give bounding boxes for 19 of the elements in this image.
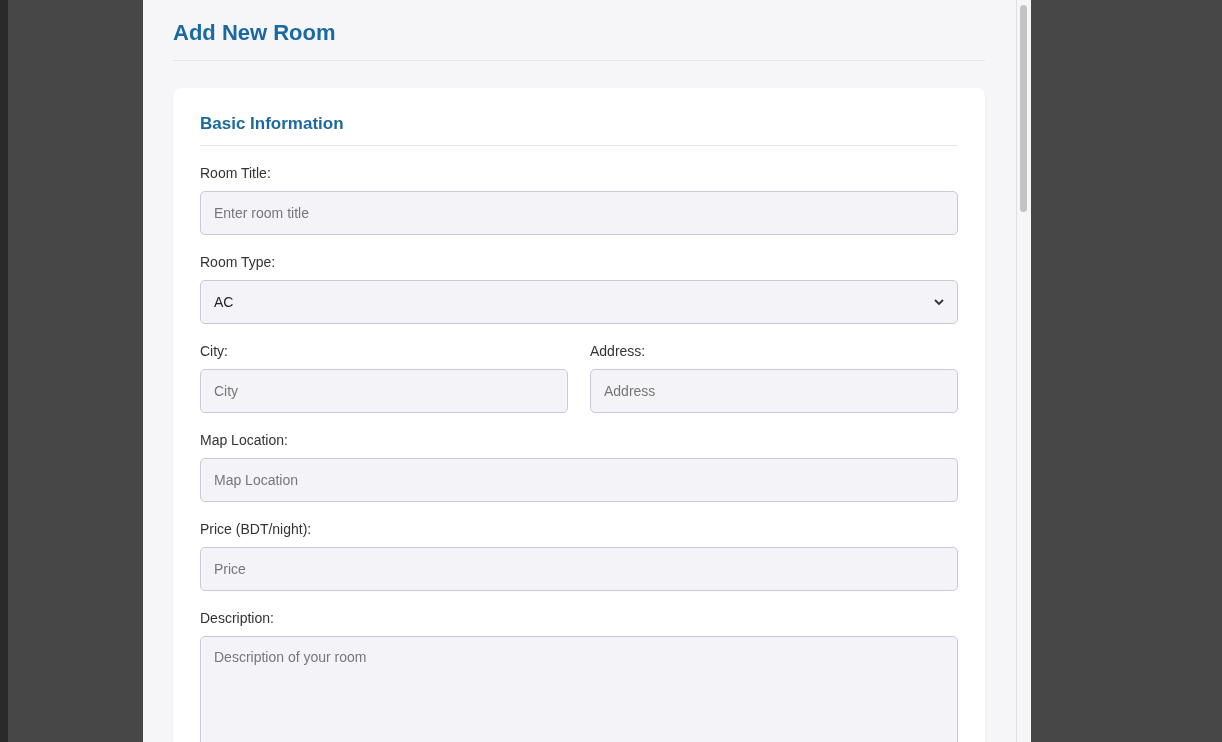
text-input-field[interactable]: Address xyxy=(590,369,958,413)
section-title: Basic Information xyxy=(200,114,958,146)
dropdown-field[interactable]: AC xyxy=(200,280,958,324)
field-label: Address: xyxy=(590,343,646,359)
text-input-field[interactable]: Enter room title xyxy=(200,191,958,235)
text-input-field[interactable]: Price xyxy=(200,547,958,591)
page-title: Add New Room xyxy=(173,20,985,61)
field-label: Room Title: xyxy=(200,165,271,181)
chevron-down-icon xyxy=(934,298,944,306)
scrollbar-thumb[interactable] xyxy=(1020,5,1027,212)
text-input-field[interactable]: City xyxy=(200,369,568,413)
field-label: Map Location: xyxy=(200,432,288,448)
textarea-field[interactable]: Description of your room xyxy=(200,636,958,742)
text-input-field[interactable]: Map Location xyxy=(200,458,958,502)
field-label: Description: xyxy=(200,610,274,626)
field-label: Price (BDT/night): xyxy=(200,521,312,537)
field-label: City: xyxy=(200,343,228,359)
field-label: Room Type: xyxy=(200,254,276,270)
scrollbar[interactable] xyxy=(1016,0,1031,742)
